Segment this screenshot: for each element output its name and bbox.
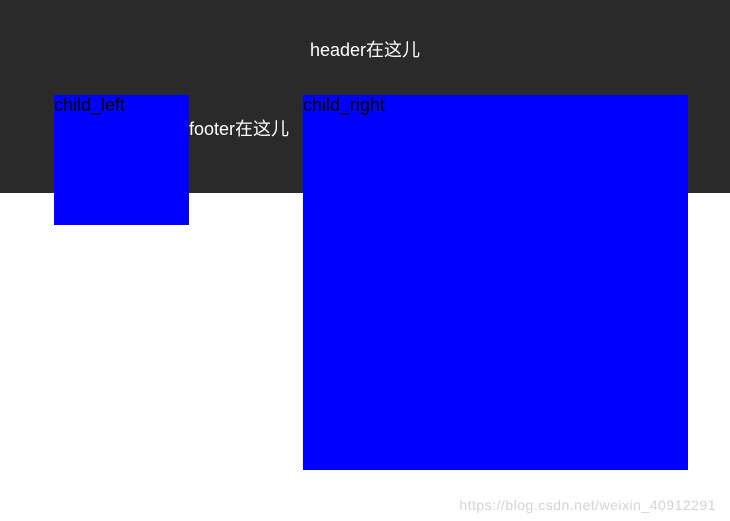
footer-text: footer在这儿 — [189, 115, 289, 141]
watermark-text: https://blog.csdn.net/weixin_40912291 — [459, 497, 716, 513]
header-text: header在这儿 — [0, 36, 730, 62]
child-right-label: child_right — [303, 95, 385, 115]
child-right-box: child_right — [303, 95, 688, 470]
child-left-label: child_left — [54, 95, 125, 115]
child-left-box: child_left — [54, 95, 189, 225]
